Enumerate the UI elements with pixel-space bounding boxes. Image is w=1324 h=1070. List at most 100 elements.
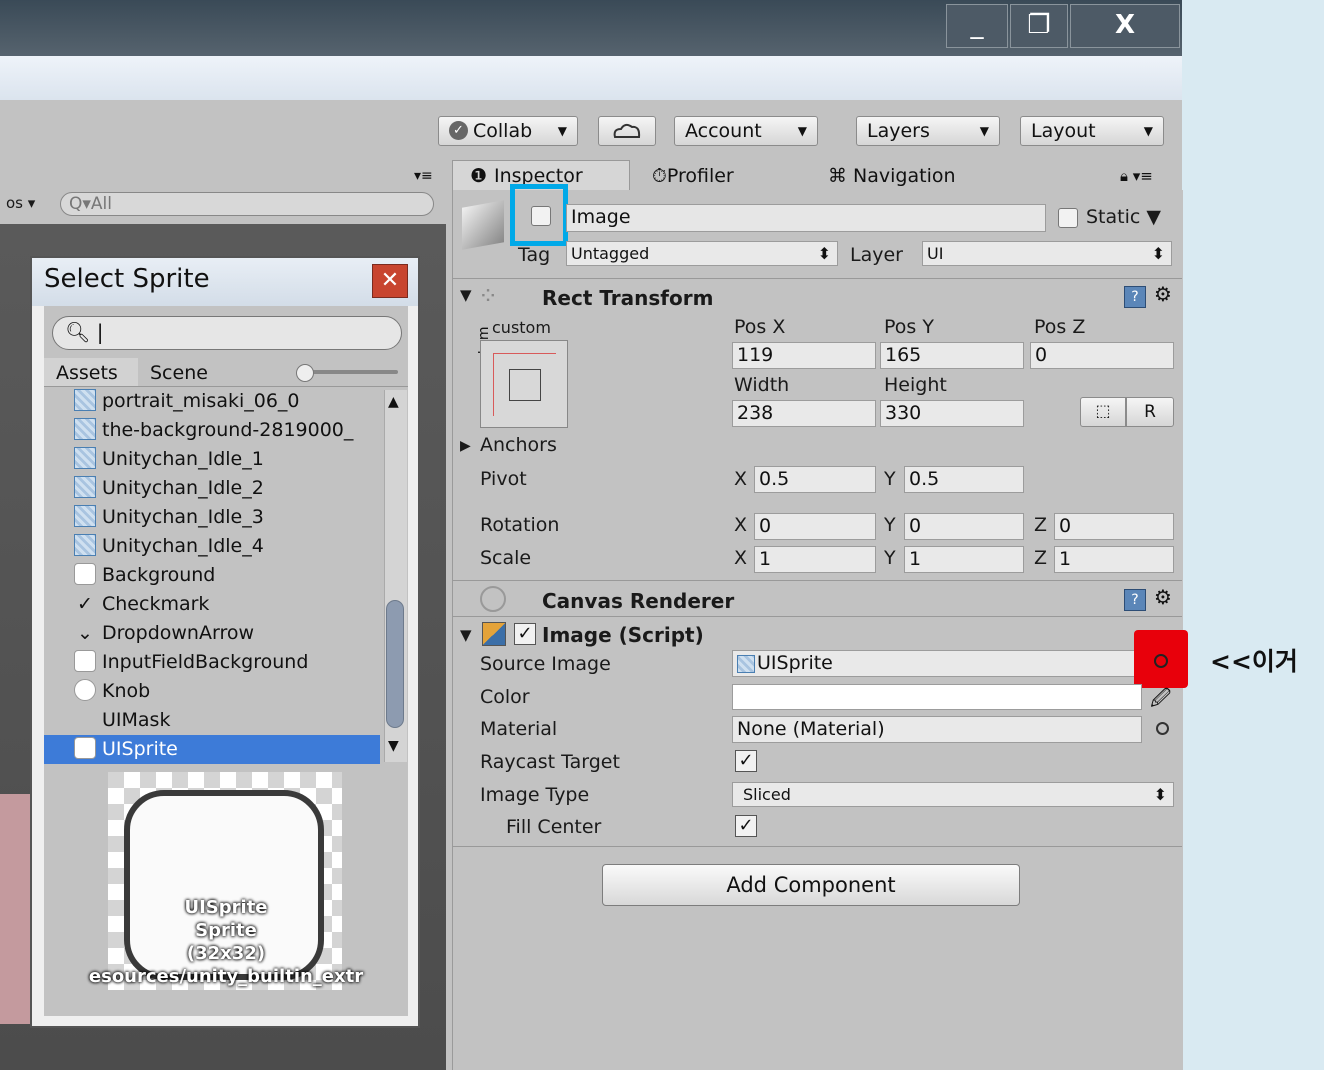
sprite-icon (74, 505, 96, 527)
scale-z-field[interactable]: 1 (1054, 546, 1174, 573)
layers-label: Layers (867, 120, 930, 142)
tab-assets[interactable]: Assets (44, 358, 138, 386)
list-item[interactable]: Unitychan_Idle_3 (74, 503, 264, 532)
object-name-field[interactable]: Image (566, 204, 1046, 232)
scale-x-field[interactable]: 1 (754, 546, 876, 573)
source-image-field[interactable]: UISprite (732, 650, 1142, 677)
zoom-slider-handle[interactable] (296, 364, 314, 382)
list-item[interactable]: Unitychan_Idle_1 (74, 445, 264, 474)
width-field[interactable]: 238 (732, 400, 876, 427)
lock-icon[interactable]: 🔒︎ ▾≡ (1120, 160, 1153, 192)
scrollbar-thumb[interactable] (386, 600, 404, 728)
scene-pink-object (0, 794, 30, 1024)
tab-navigation-label: Navigation (853, 165, 956, 187)
divider (452, 616, 1182, 617)
help-icon[interactable]: ? (1124, 589, 1146, 611)
pivot-x-label: X (734, 468, 748, 490)
list-item[interactable]: UISprite (74, 735, 178, 764)
rotation-y-field[interactable]: 0 (904, 513, 1024, 540)
preview-path: esources/unity_builtin_extr (88, 966, 364, 987)
width-label: Width (734, 374, 790, 396)
list-item-label: InputFieldBackground (102, 651, 309, 673)
sprite-search-input[interactable]: 🔍︎ | (52, 316, 402, 350)
maximize-button[interactable]: ❐ (1010, 4, 1068, 48)
rotation-y-label: Y (884, 514, 896, 536)
list-item[interactable]: UIMask (74, 706, 170, 735)
color-field[interactable] (732, 684, 1142, 710)
static-label[interactable]: Static ▼ (1086, 206, 1161, 228)
rect-transform-header[interactable]: Rect Transform (542, 286, 713, 310)
hierarchy-search-input[interactable]: Q▾All (60, 192, 434, 216)
list-item[interactable]: Knob (74, 677, 150, 706)
height-label: Height (884, 374, 947, 396)
blueprint-mode-button[interactable]: ⬚ (1080, 397, 1126, 427)
tab-profiler[interactable]: ⏱Profiler (652, 160, 734, 192)
static-checkbox[interactable] (1058, 208, 1078, 228)
help-icon[interactable]: ? (1124, 286, 1146, 308)
list-item[interactable]: ✓ Checkmark (74, 590, 209, 619)
gear-icon[interactable]: ⚙ (1154, 585, 1172, 609)
gear-icon[interactable]: ⚙ (1154, 282, 1172, 306)
rotation-z-field[interactable]: 0 (1054, 513, 1174, 540)
list-item[interactable]: InputFieldBackground (74, 648, 308, 677)
canvas-renderer-header[interactable]: Canvas Renderer (542, 589, 734, 613)
material-field[interactable]: None (Material) (732, 716, 1142, 743)
layers-button[interactable]: Layers ▼ (856, 116, 1000, 146)
close-window-button[interactable]: X (1070, 4, 1180, 48)
collab-button[interactable]: ✓ Collab ▼ (438, 116, 578, 146)
list-item[interactable]: the-background-2819000_ (74, 416, 353, 445)
pos-y-field[interactable]: 165 (880, 342, 1024, 369)
list-item[interactable]: ⌄ DropdownArrow (74, 619, 254, 648)
rotation-z-label: Z (1034, 514, 1048, 536)
foldout-arrow-icon[interactable]: ▶ (460, 438, 471, 454)
list-item-label: Background (102, 564, 216, 586)
raycast-target-checkbox[interactable]: ✓ (735, 750, 757, 772)
add-component-button[interactable]: Add Component (602, 864, 1020, 906)
tab-navigation[interactable]: ⌘ Navigation (828, 160, 956, 192)
fill-center-checkbox[interactable]: ✓ (735, 815, 757, 837)
anchors-label[interactable]: Anchors (480, 434, 557, 456)
tab-scene[interactable]: Scene (150, 358, 208, 388)
cloud-button[interactable] (598, 116, 656, 146)
account-button[interactable]: Account ▼ (674, 116, 818, 146)
source-image-label: Source Image (480, 653, 611, 675)
scroll-down-icon[interactable]: ▼ (388, 738, 399, 754)
object-picker-icon[interactable] (1154, 654, 1168, 668)
sprite-preview-caption: UISprite Sprite (32x32) esources/unity_b… (44, 896, 408, 988)
scroll-up-icon[interactable]: ▲ (388, 394, 399, 410)
knob-icon (74, 679, 96, 701)
image-enabled-checkbox[interactable]: ✓ (514, 623, 536, 645)
pivot-x-field[interactable]: 0.5 (754, 466, 876, 493)
pos-z-field[interactable]: 0 (1030, 342, 1174, 369)
select-sprite-close-button[interactable]: ✕ (372, 264, 408, 298)
raycast-target-label: Raycast Target (480, 751, 620, 773)
image-script-header[interactable]: Image (Script) (542, 623, 704, 647)
image-type-dropdown[interactable]: Sliced ⬍ (732, 782, 1174, 807)
foldout-arrow-icon[interactable]: ▼ (460, 286, 472, 304)
rotation-x-field[interactable]: 0 (754, 513, 876, 540)
foldout-arrow-icon[interactable]: ▼ (460, 626, 472, 644)
height-field[interactable]: 330 (880, 400, 1024, 427)
list-item[interactable]: Unitychan_Idle_2 (74, 474, 264, 503)
list-item[interactable]: Background (74, 561, 215, 590)
image-component-icon (482, 622, 506, 646)
rect-transform-icon: ⁘ (478, 282, 499, 310)
scale-y-field[interactable]: 1 (904, 546, 1024, 573)
layout-button[interactable]: Layout ▼ (1020, 116, 1164, 146)
panel-menu-icon[interactable]: ▾≡ (414, 160, 433, 192)
navigation-icon: ⌘ (828, 165, 854, 187)
list-item[interactable]: Unitychan_Idle_4 (74, 532, 264, 561)
hierarchy-dropdown[interactable]: os ▾ (6, 194, 35, 212)
raw-edit-button[interactable]: R (1126, 397, 1174, 427)
tag-dropdown[interactable]: Untagged ⬍ (566, 241, 838, 266)
color-label: Color (480, 686, 530, 708)
layer-dropdown[interactable]: UI ⬍ (922, 241, 1172, 266)
eyedropper-icon[interactable]: 🖉︎ (1150, 684, 1171, 718)
list-item[interactable]: portrait_misaki_06_0 (74, 387, 300, 416)
object-picker-icon[interactable] (1156, 722, 1169, 735)
anchor-preset-button[interactable] (480, 340, 568, 428)
pos-x-field[interactable]: 119 (732, 342, 876, 369)
sprite-box-icon (74, 650, 96, 672)
pivot-y-field[interactable]: 0.5 (904, 466, 1024, 493)
minimize-button[interactable]: _ (946, 4, 1008, 48)
